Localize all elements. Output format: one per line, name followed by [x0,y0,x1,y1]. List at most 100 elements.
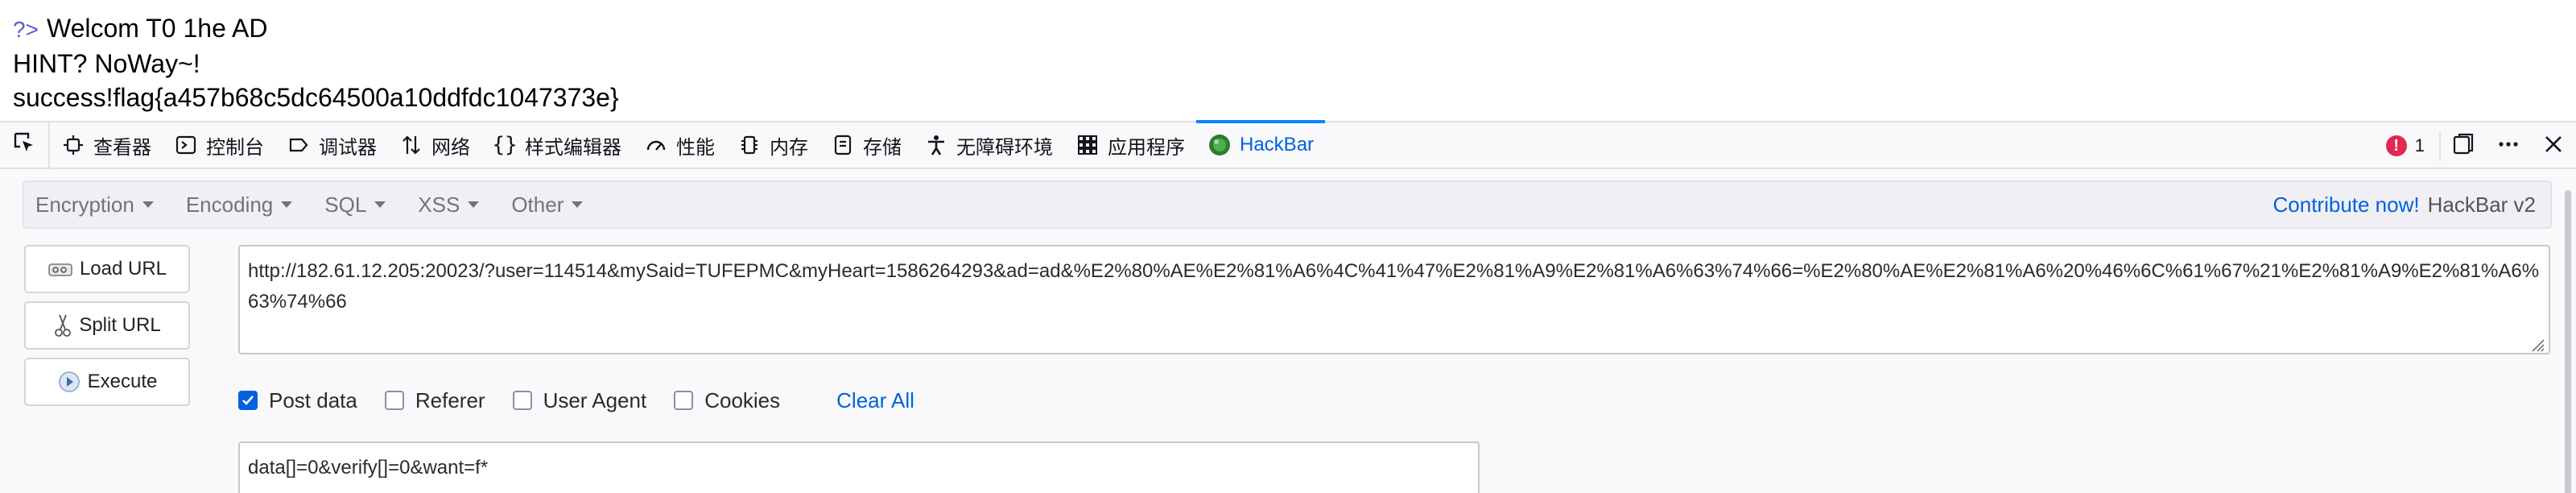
play-icon [57,370,81,394]
option-label: Post data [269,387,357,412]
hackbar-icon [1208,133,1232,157]
inspector-icon [61,133,85,157]
tab-accessibility[interactable]: 无障碍环境 [913,122,1064,168]
menu-label: Encoding [185,192,274,217]
caret-down-icon [281,201,293,208]
caret-down-icon [468,201,480,208]
tab-label: 调试器 [319,136,377,159]
cookies-option[interactable]: Cookies [674,388,780,413]
console-icon [174,133,198,157]
menu-encoding[interactable]: Encoding [175,193,313,218]
flag-line: success!flag{a457b68c5dc64500a10ddfdc104… [13,83,619,112]
hackbar-version: HackBar v2 [2427,192,2536,217]
menu-label: SQL [324,192,367,217]
page-content: ?> Welcom T0 1he AD HINT? NoWay~! success… [0,0,2576,121]
dock-options-button[interactable] [2441,122,2486,169]
menu-label: Other [511,192,564,217]
tab-label: 样式编辑器 [525,136,621,159]
tab-network[interactable]: 网络 [388,122,481,168]
button-label: Execute [87,371,158,392]
element-picker-icon [12,130,36,160]
devtools-toolbar: 查看器 控制台 调试器 网络 {} 样式编辑器 性能 内存 存储 无障碍环境 应… [0,120,2576,169]
scissors-icon [53,313,72,338]
application-icon [1075,133,1100,157]
error-icon: ! [2385,135,2407,156]
close-icon [2542,133,2565,160]
option-label: User Agent [543,387,647,412]
load-url-icon [47,259,73,279]
tab-hackbar[interactable]: HackBar [1196,120,1326,168]
accessibility-icon [924,133,948,157]
post-data-input[interactable]: data[]=0&verify[]=0&want=f* [238,441,1480,493]
hackbar-menubar: Encryption Encoding SQL XSS Other Contri… [23,180,2552,229]
performance-icon [644,133,668,157]
user-agent-option[interactable]: User Agent [512,387,647,413]
network-icon [399,133,423,157]
memory-icon [737,133,762,157]
request-options: Post data Referer User Agent Cookies Cle… [238,382,914,419]
load-url-button[interactable]: Load URL [24,245,190,293]
hackbar-branding: Contribute now! HackBar v2 [2273,182,2537,227]
execute-button[interactable]: Execute [24,358,190,406]
url-input[interactable]: http://182.61.12.205:20023/?user=114514&… [238,245,2550,354]
style-editor-icon: {} [492,133,518,157]
element-picker-button[interactable] [0,122,50,168]
tab-label: 无障碍环境 [956,136,1053,159]
post-data-text: data[]=0&verify[]=0&want=f* [248,457,489,478]
clear-all-link[interactable]: Clear All [836,388,914,413]
option-label: Cookies [704,387,781,412]
tab-label: 存储 [863,136,902,159]
error-count: 1 [2414,135,2425,155]
tab-inspector[interactable]: 查看器 [50,122,163,168]
hint-line: HINT? NoWay~! [13,49,200,78]
cookies-checkbox[interactable] [674,391,694,410]
user-agent-checkbox[interactable] [512,391,532,410]
devtools-toolbar-right: ! 1 [2372,122,2576,169]
menu-xss[interactable]: XSS [407,193,500,218]
ellipsis-icon [2496,132,2520,160]
tab-label: HackBar [1240,134,1315,155]
button-label: Split URL [79,314,161,336]
menu-other[interactable]: Other [500,193,604,218]
referer-option[interactable]: Referer [384,387,485,413]
tab-label: 内存 [770,136,808,159]
menu-label: Encryption [35,192,134,217]
menu-sql[interactable]: SQL [313,193,407,218]
post-data-checkbox[interactable] [238,391,258,410]
resize-handle-icon[interactable] [2528,332,2545,352]
referer-checkbox[interactable] [384,391,404,410]
close-devtools-button[interactable] [2531,122,2576,169]
contribute-link[interactable]: Contribute now! [2273,193,2420,218]
url-text: http://182.61.12.205:20023/?user=114514&… [248,260,2540,313]
option-label: Referer [415,387,485,412]
tab-label: 控制台 [206,136,264,159]
tab-storage[interactable]: 存储 [819,122,913,168]
error-count-badge[interactable]: ! 1 [2372,131,2441,160]
more-options-button[interactable] [2486,122,2531,169]
tab-performance[interactable]: 性能 [633,122,726,168]
tab-application[interactable]: 应用程序 [1064,122,1196,168]
tab-memory[interactable]: 内存 [726,122,819,168]
split-url-button[interactable]: Split URL [24,301,190,350]
php-tag: ?> [13,17,39,42]
caret-down-icon [374,201,386,208]
menu-label: XSS [418,192,460,217]
tab-console[interactable]: 控制台 [163,122,275,168]
caret-down-icon [142,201,154,208]
tab-label: 应用程序 [1108,136,1185,159]
tab-debugger[interactable]: 调试器 [275,122,388,168]
welcome-line: ?> Welcom T0 1he AD [13,11,2563,47]
storage-icon [831,133,855,157]
tab-label: 网络 [431,136,470,159]
panel-scrollbar[interactable] [2565,190,2571,493]
dock-side-icon [2451,132,2475,160]
menu-encryption[interactable]: Encryption [24,193,175,218]
tab-style-editor[interactable]: {} 样式编辑器 [481,122,633,168]
button-label: Load URL [79,258,167,280]
welcome-text: Welcom T0 1he AD [46,14,268,43]
debugger-icon [287,133,311,157]
devtools-panel: 查看器 控制台 调试器 网络 {} 样式编辑器 性能 内存 存储 无障碍环境 应… [0,120,2576,493]
caret-down-icon [572,201,584,208]
tab-label: 性能 [676,136,715,159]
post-data-option[interactable]: Post data [238,388,357,413]
